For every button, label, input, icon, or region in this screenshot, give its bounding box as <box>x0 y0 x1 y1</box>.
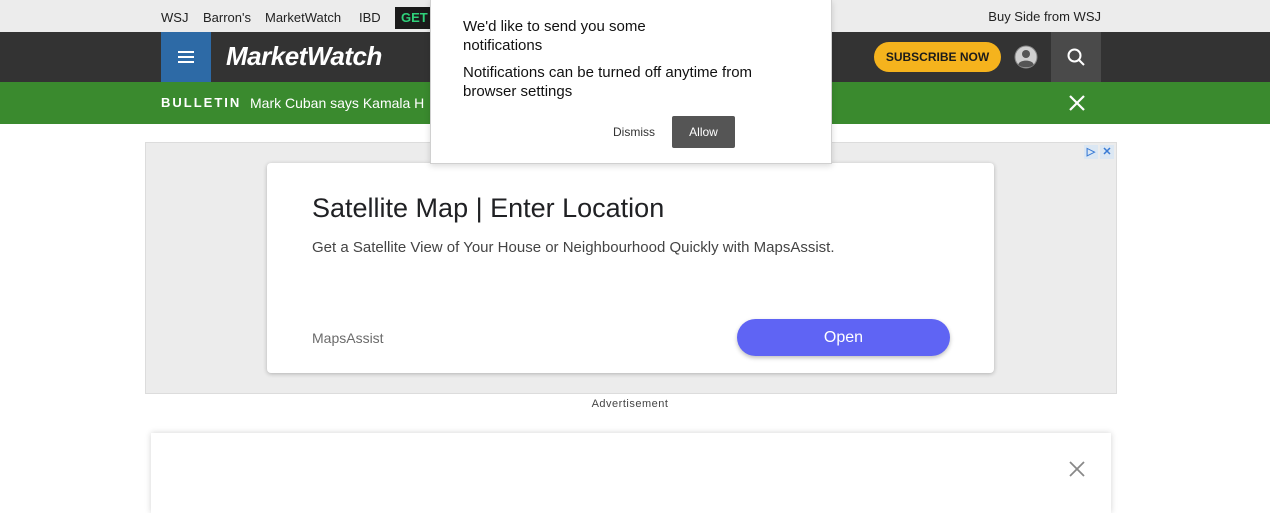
notification-question: We'd like to send you some notifications <box>463 18 646 54</box>
close-icon[interactable] <box>1068 94 1086 112</box>
partner-link-wsj[interactable]: WSJ <box>161 10 188 25</box>
partner-link-barrons[interactable]: Barron's <box>203 10 251 25</box>
lower-panel <box>151 433 1111 513</box>
close-icon[interactable] <box>1068 460 1086 478</box>
get-promo-link[interactable]: GET <box>395 7 435 29</box>
menu-icon <box>178 51 194 53</box>
marketwatch-logo[interactable]: MarketWatch <box>226 41 382 72</box>
buy-side-link[interactable]: Buy Side from WSJ <box>988 9 1101 24</box>
search-button[interactable] <box>1051 32 1101 82</box>
subscribe-button[interactable]: SUBSCRIBE NOW <box>874 42 1001 72</box>
ad-container: ▷ ✕ Satellite Map | Enter Location Get a… <box>145 142 1117 394</box>
bulletin-headline[interactable]: Mark Cuban says Kamala H <box>250 95 424 111</box>
menu-icon-bar <box>178 61 194 63</box>
dismiss-button[interactable]: Dismiss <box>613 125 655 139</box>
notification-subtext: Notifications can be turned off anytime … <box>463 64 753 100</box>
partner-link-marketwatch[interactable]: MarketWatch <box>265 10 341 25</box>
allow-button[interactable]: Allow <box>672 116 735 148</box>
ad-title[interactable]: Satellite Map | Enter Location <box>312 193 664 224</box>
ad-card[interactable]: Satellite Map | Enter Location Get a Sat… <box>267 163 994 373</box>
ad-description: Get a Satellite View of Your House or Ne… <box>312 239 835 256</box>
search-icon <box>1067 48 1085 66</box>
notification-prompt: We'd like to send you some notifications… <box>430 0 832 164</box>
menu-icon-bar <box>178 56 194 58</box>
partner-link-ibd[interactable]: IBD <box>359 10 381 25</box>
bulletin-tag: BULLETIN <box>161 95 242 110</box>
menu-button[interactable] <box>161 32 211 82</box>
ad-close-icon[interactable]: ✕ <box>1100 145 1114 159</box>
adchoices-icon[interactable]: ▷ <box>1084 145 1098 159</box>
ad-brand: MapsAssist <box>312 330 384 346</box>
advertisement-label: Advertisement <box>591 398 669 410</box>
user-icon[interactable] <box>1014 45 1038 69</box>
adchoices[interactable]: ▷ ✕ <box>1084 145 1114 159</box>
ad-open-button[interactable]: Open <box>737 319 950 356</box>
